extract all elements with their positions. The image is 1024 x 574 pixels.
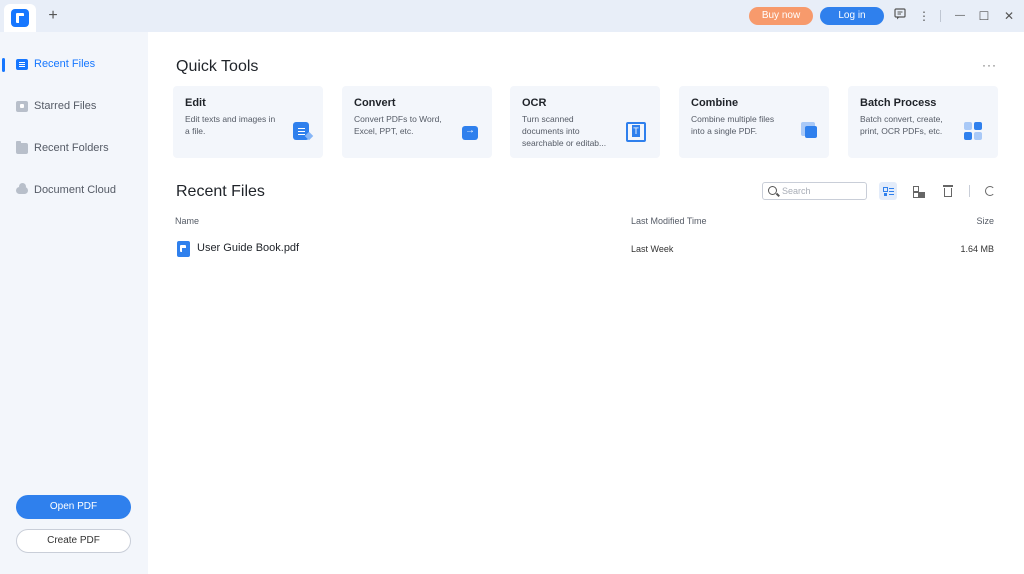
tool-title: Edit	[185, 97, 206, 109]
recent-files-title: Recent Files	[176, 183, 265, 200]
tool-description: Edit texts and images in a file.	[185, 114, 276, 136]
tool-card-edit[interactable]: Edit Edit texts and images in a file.	[173, 86, 323, 158]
create-pdf-button[interactable]: Create PDF	[16, 529, 131, 553]
feedback-icon[interactable]	[892, 8, 908, 24]
recent-files-icon	[16, 59, 28, 70]
active-indicator	[2, 58, 5, 72]
more-options-icon[interactable]: ⋮	[916, 8, 932, 24]
titlebar-divider	[940, 10, 941, 22]
file-modified-time: Last Week	[631, 244, 674, 254]
maximize-button[interactable]: ☐	[976, 8, 992, 24]
minimize-button[interactable]: —	[952, 8, 968, 24]
tool-card-ocr[interactable]: OCR Turn scanned documents into searchab…	[510, 86, 660, 158]
search-box[interactable]	[762, 182, 867, 200]
sidebar-item-recent-files[interactable]: Recent Files	[0, 50, 148, 80]
file-size: 1.64 MB	[960, 244, 994, 254]
home-tab[interactable]	[4, 4, 36, 32]
cloud-icon	[16, 183, 28, 194]
sidebar-item-label: Recent Files	[34, 58, 96, 70]
tool-description: Batch convert, create, print, OCR PDFs, …	[860, 114, 943, 136]
new-tab-button[interactable]: +	[44, 7, 62, 25]
app-logo-icon	[11, 9, 29, 27]
star-icon	[16, 101, 28, 112]
sidebar-item-document-cloud[interactable]: Document Cloud	[0, 176, 148, 206]
list-view-button[interactable]	[879, 182, 897, 200]
sidebar: Recent Files Starred Files Recent Folder…	[0, 32, 148, 574]
column-header-size: Size	[976, 216, 994, 226]
tool-description: Convert PDFs to Word, Excel, PPT, etc.	[354, 114, 442, 136]
combine-icon	[801, 122, 817, 138]
pdf-file-icon	[177, 241, 190, 257]
tool-title: Convert	[354, 97, 396, 109]
folder-icon	[16, 141, 28, 154]
sidebar-item-label: Starred Files	[34, 100, 97, 112]
batch-icon	[964, 122, 984, 142]
main-content: Quick Tools ··· Edit Edit texts and imag…	[148, 32, 1024, 574]
ocr-icon	[626, 122, 646, 142]
sidebar-item-starred-files[interactable]: Starred Files	[0, 92, 148, 122]
buy-now-button[interactable]: Buy now	[749, 7, 813, 25]
title-bar: + Buy now Log in ⋮ — ☐ ✕	[0, 0, 1024, 32]
tool-title: OCR	[522, 97, 547, 109]
trash-button[interactable]	[939, 182, 957, 200]
close-button[interactable]: ✕	[1001, 8, 1017, 24]
tool-title: Combine	[691, 97, 739, 109]
search-input[interactable]	[782, 184, 862, 198]
sidebar-item-label: Document Cloud	[34, 184, 116, 196]
tool-description: Turn scanned documents into searchable o…	[522, 114, 607, 148]
sidebar-item-recent-folders[interactable]: Recent Folders	[0, 134, 148, 164]
table-row[interactable]: User Guide Book.pdf Last Week 1.64 MB	[168, 236, 1004, 262]
convert-icon	[456, 121, 478, 140]
tool-card-convert[interactable]: Convert Convert PDFs to Word, Excel, PPT…	[342, 86, 492, 158]
column-header-name: Name	[175, 216, 200, 226]
tool-title: Batch Process	[860, 97, 937, 109]
login-button[interactable]: Log in	[820, 7, 884, 25]
more-tools-icon[interactable]: ···	[982, 58, 997, 72]
tool-description: Combine multiple files into a single PDF…	[691, 114, 775, 136]
open-pdf-button[interactable]: Open PDF	[16, 495, 131, 519]
column-header-modified: Last Modified Time	[631, 216, 707, 226]
tool-card-combine[interactable]: Combine Combine multiple files into a si…	[679, 86, 829, 158]
search-icon	[768, 186, 777, 195]
toolbar-divider	[969, 185, 970, 197]
edit-icon	[293, 122, 309, 140]
grid-view-button[interactable]	[909, 182, 927, 200]
refresh-button[interactable]	[981, 182, 999, 200]
file-name: User Guide Book.pdf	[197, 242, 300, 254]
quick-tools-title: Quick Tools	[176, 58, 259, 75]
tool-card-batch-process[interactable]: Batch Process Batch convert, create, pri…	[848, 86, 998, 158]
sidebar-item-label: Recent Folders	[34, 142, 109, 154]
